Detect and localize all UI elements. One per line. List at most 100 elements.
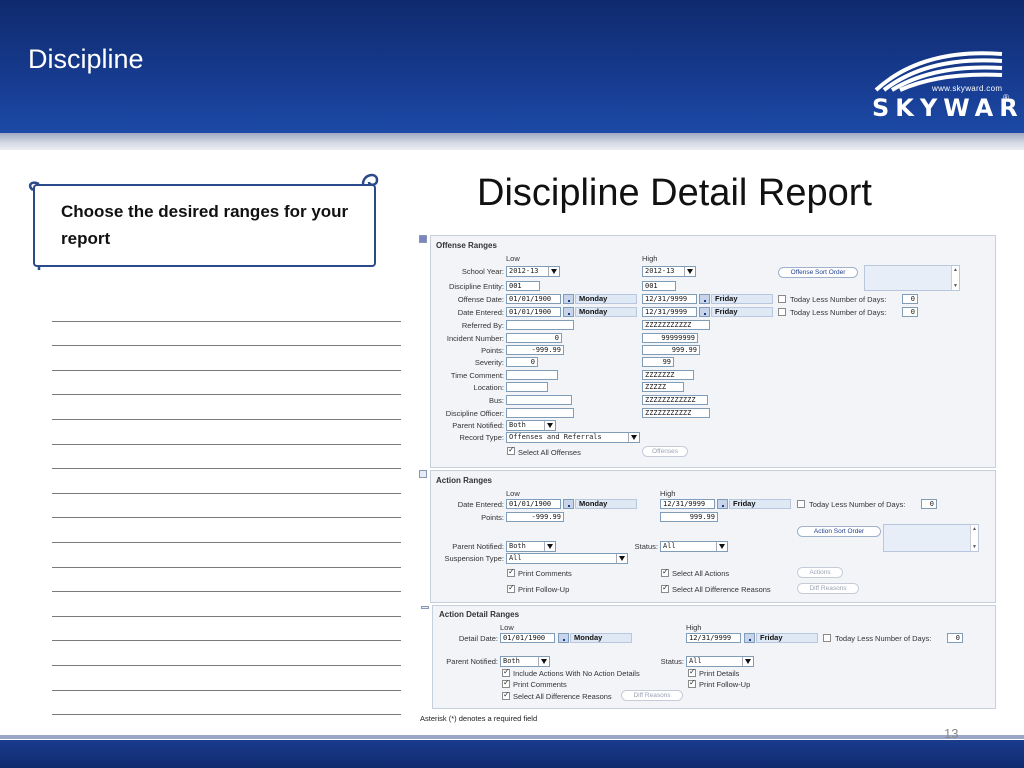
today-less-entered-input[interactable]: 0 <box>902 307 918 317</box>
parent-notified-select[interactable]: Both <box>506 420 556 431</box>
listbox-scrollbar[interactable] <box>951 266 959 290</box>
calendar-icon[interactable] <box>699 307 710 317</box>
select-all-diff-reasons-checkbox[interactable] <box>661 583 669 593</box>
referred-by-label: Referred By: <box>461 321 504 330</box>
detail-print-comments-checkbox[interactable] <box>502 678 510 688</box>
note-line <box>52 322 401 347</box>
bus-high-input[interactable]: ZZZZZZZZZZZZ <box>642 395 708 405</box>
calendar-icon[interactable] <box>563 499 574 509</box>
suspension-type-select[interactable]: All <box>506 553 628 564</box>
action-sort-order-button[interactable]: Action Sort Order <box>797 526 881 537</box>
action-parent-notified-label: Parent Notified: <box>452 542 504 551</box>
select-all-actions-checkbox[interactable] <box>661 567 669 577</box>
action-date-entered-low-input[interactable]: 01/01/1900 <box>506 499 561 509</box>
action-status-select[interactable]: All <box>660 541 728 552</box>
print-follow-up-checkbox[interactable] <box>507 583 515 593</box>
incident-number-high-input[interactable]: 99999999 <box>642 333 698 343</box>
location-low-input[interactable] <box>506 382 548 392</box>
incident-number-low-input[interactable]: 0 <box>506 333 562 343</box>
diff-reasons-button[interactable]: Diff Reasons <box>797 583 859 594</box>
school-year-label: School Year: <box>461 267 504 276</box>
referred-by-high-input[interactable]: ZZZZZZZZZZZ <box>642 320 710 330</box>
calendar-icon[interactable] <box>563 307 574 317</box>
action-date-entered-high-input[interactable]: 12/31/9999 <box>660 499 715 509</box>
suspension-type-label: Suspension Type: <box>444 554 505 563</box>
action-points-high-input[interactable]: 999.99 <box>660 512 718 522</box>
school-year-low-select[interactable]: 2012-13 <box>506 266 560 277</box>
detail-status-select[interactable]: All <box>686 656 754 667</box>
action-date-entered-label: Date Entered: <box>457 500 504 509</box>
referred-by-low-input[interactable] <box>506 320 574 330</box>
note-line <box>52 297 401 322</box>
print-comments-checkbox[interactable] <box>507 567 515 577</box>
action-points-low-input[interactable]: -999.99 <box>506 512 564 522</box>
listbox-scrollbar[interactable] <box>970 525 978 551</box>
calendar-icon[interactable] <box>744 633 755 643</box>
discipline-entity-high-input[interactable]: 001 <box>642 281 676 291</box>
note-line <box>52 494 401 519</box>
discipline-officer-label: Discipline Officer: <box>445 409 504 418</box>
calendar-icon[interactable] <box>558 633 569 643</box>
offense-sort-listbox[interactable] <box>864 265 960 291</box>
print-details-label: Print Details <box>699 669 740 678</box>
detail-print-follow-up-checkbox[interactable] <box>688 678 696 688</box>
action-sort-listbox[interactable] <box>883 524 979 552</box>
points-high-input[interactable]: 999.99 <box>642 345 700 355</box>
offense-ranges-title: Offense Ranges <box>436 241 497 250</box>
date-entered-label: Date Entered: <box>457 308 504 317</box>
today-less-entered-checkbox[interactable] <box>778 308 786 316</box>
points-low-input[interactable]: -999.99 <box>506 345 564 355</box>
detail-date-low-input[interactable]: 01/01/1900 <box>500 633 555 643</box>
slide-footer <box>0 740 1024 768</box>
logo-name: SKYWARD <box>872 94 1024 122</box>
offenses-button[interactable]: Offenses <box>642 446 688 457</box>
time-comment-low-input[interactable] <box>506 370 558 380</box>
include-no-details-checkbox[interactable] <box>502 667 510 677</box>
date-entered-high-input[interactable]: 12/31/9999 <box>642 307 697 317</box>
today-less-offense-checkbox[interactable] <box>778 295 786 303</box>
collapse-toggle-icon[interactable] <box>421 606 429 609</box>
offense-date-label: Offense Date: <box>457 295 504 304</box>
offense-date-low-input[interactable]: 01/01/1900 <box>506 294 561 304</box>
note-lines <box>52 297 401 716</box>
bus-low-input[interactable] <box>506 395 572 405</box>
offense-sort-order-button[interactable]: Offense Sort Order <box>778 267 858 278</box>
print-details-checkbox[interactable] <box>688 667 696 677</box>
calendar-icon[interactable] <box>563 294 574 304</box>
select-all-offenses-checkbox[interactable] <box>507 445 515 455</box>
collapse-toggle-icon[interactable] <box>419 470 427 478</box>
select-all-offenses-label: Select All Offenses <box>518 448 581 457</box>
detail-date-label: Detail Date: <box>458 634 498 643</box>
time-comment-high-input[interactable]: ZZZZZZZ <box>642 370 694 380</box>
detail-select-all-diff-checkbox[interactable] <box>502 690 510 700</box>
logo-registered-mark: ® <box>1003 93 1009 102</box>
detail-diff-reasons-button[interactable]: Diff Reasons <box>621 690 683 701</box>
discipline-officer-high-input[interactable]: ZZZZZZZZZZZ <box>642 408 710 418</box>
record-type-select[interactable]: Offenses and Referrals <box>506 432 640 443</box>
today-less-offense-input[interactable]: 0 <box>902 294 918 304</box>
detail-today-less-input[interactable]: 0 <box>947 633 963 643</box>
offense-date-high-input[interactable]: 12/31/9999 <box>642 294 697 304</box>
discipline-entity-label: Discipline Entity: <box>448 282 504 291</box>
severity-low-input[interactable]: 0 <box>506 357 538 367</box>
detail-high-header: High <box>686 623 702 632</box>
note-line <box>52 691 401 716</box>
collapse-toggle-icon[interactable] <box>419 235 427 243</box>
actions-button[interactable]: Actions <box>797 567 843 578</box>
severity-high-input[interactable]: 99 <box>642 357 674 367</box>
action-parent-notified-select[interactable]: Both <box>506 541 556 552</box>
discipline-officer-low-input[interactable] <box>506 408 574 418</box>
note-line <box>52 420 401 445</box>
detail-parent-notified-select[interactable]: Both <box>500 656 550 667</box>
location-high-input[interactable]: ZZZZZ <box>642 382 684 392</box>
detail-today-less-checkbox[interactable] <box>823 634 831 642</box>
discipline-entity-low-input[interactable]: 001 <box>506 281 540 291</box>
calendar-icon[interactable] <box>699 294 710 304</box>
note-line <box>52 543 401 568</box>
action-today-less-input[interactable]: 0 <box>921 499 937 509</box>
date-entered-low-input[interactable]: 01/01/1900 <box>506 307 561 317</box>
school-year-high-select[interactable]: 2012-13 <box>642 266 696 277</box>
detail-date-high-input[interactable]: 12/31/9999 <box>686 633 741 643</box>
action-today-less-checkbox[interactable] <box>797 500 805 508</box>
calendar-icon[interactable] <box>717 499 728 509</box>
